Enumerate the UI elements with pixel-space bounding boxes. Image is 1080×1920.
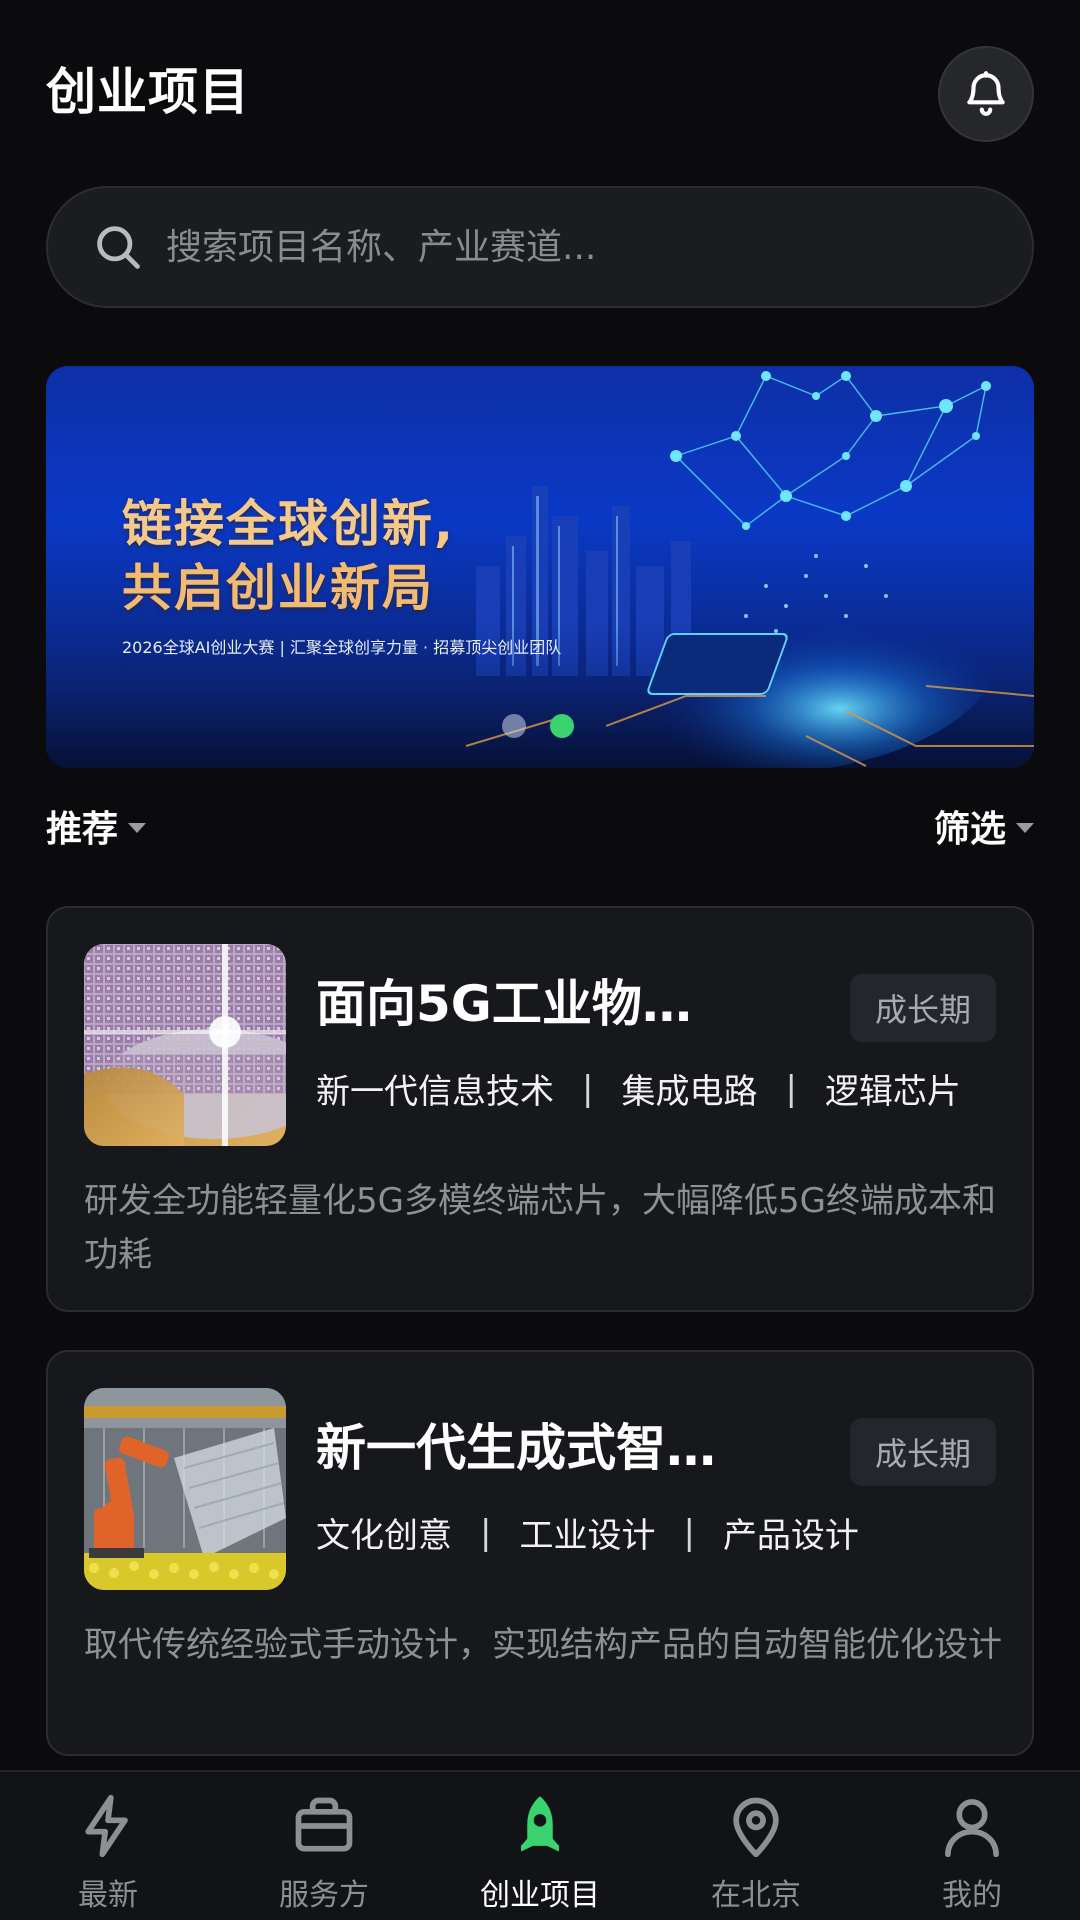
sort-label: 推荐 bbox=[46, 809, 119, 850]
project-thumbnail bbox=[84, 1388, 286, 1590]
project-tag: 工业设计 bbox=[519, 1516, 656, 1556]
tag-separator: | bbox=[480, 1512, 492, 1553]
project-tag: 文化创意 bbox=[316, 1516, 452, 1556]
tab-label: 在北京 bbox=[711, 1878, 801, 1913]
project-card[interactable]: 面向5G工业物联、车... 成长期 新一代信息技术 | 集成电路 | 逻辑芯片 … bbox=[46, 906, 1034, 1312]
stage-badge: 成长期 bbox=[850, 974, 996, 1042]
project-tag: 集成电路 bbox=[621, 1072, 758, 1112]
tab-label: 最新 bbox=[78, 1878, 138, 1913]
stage-badge: 成长期 bbox=[850, 1418, 996, 1486]
tab-startup-projects[interactable]: 创业项目 bbox=[432, 1772, 648, 1920]
project-title: 新一代生成式智能设... bbox=[316, 1419, 736, 1477]
search-icon bbox=[97, 226, 140, 269]
project-card[interactable]: 新一代生成式智能设... 成长期 文化创意 | 工业设计 | 产品设计 取代传统… bbox=[46, 1350, 1034, 1756]
project-tags: 文化创意 | 工业设计 | 产品设计 bbox=[316, 1508, 859, 1557]
project-tag: 产品设计 bbox=[722, 1516, 859, 1556]
user-icon bbox=[945, 1799, 999, 1858]
carousel-dot-active[interactable] bbox=[550, 714, 574, 738]
bell-icon bbox=[967, 71, 1005, 116]
location-pin-icon bbox=[733, 1797, 779, 1858]
tab-profile[interactable]: 我的 bbox=[864, 1772, 1080, 1920]
chip-wafer-image bbox=[84, 944, 286, 1146]
bottom-tab-bar: 最新 服务方 创业项目 在北京 我的 bbox=[0, 1770, 1080, 1920]
project-thumbnail bbox=[84, 944, 286, 1146]
sort-filter-bar: 推荐 筛选 bbox=[46, 800, 1034, 850]
tab-label: 服务方 bbox=[279, 1878, 369, 1913]
tag-separator: | bbox=[785, 1068, 797, 1109]
caret-down-icon bbox=[128, 823, 147, 833]
search-bar[interactable] bbox=[46, 186, 1034, 308]
filter-label: 筛选 bbox=[933, 809, 1006, 850]
project-title: 面向5G工业物联、车... bbox=[316, 975, 736, 1033]
search-input[interactable] bbox=[166, 226, 1032, 268]
lightning-icon bbox=[85, 1794, 128, 1858]
briefcase-icon bbox=[295, 1797, 353, 1852]
tab-latest[interactable]: 最新 bbox=[0, 1772, 216, 1920]
sort-dropdown[interactable]: 推荐 bbox=[46, 800, 147, 852]
rocket-icon bbox=[521, 1796, 559, 1852]
tab-label: 创业项目 bbox=[480, 1878, 600, 1913]
promo-banner[interactable]: 链接全球创新, 共启创业新局 2026全球AI创业大赛 | 汇聚全球创享力量 ·… bbox=[46, 366, 1034, 768]
project-tag: 逻辑芯片 bbox=[824, 1072, 961, 1112]
tab-in-beijing[interactable]: 在北京 bbox=[648, 1772, 864, 1920]
filter-dropdown[interactable]: 筛选 bbox=[934, 800, 1034, 852]
tag-separator: | bbox=[582, 1068, 594, 1109]
tag-separator: | bbox=[683, 1512, 695, 1553]
page-title: 创业项目 bbox=[46, 63, 250, 121]
project-description: 研发全功能轻量化5G多模终端芯片，大幅降低5G终端成本和功耗 bbox=[84, 1181, 996, 1275]
project-tag: 新一代信息技术 bbox=[316, 1072, 554, 1112]
industrial-robot-image bbox=[84, 1388, 286, 1590]
notification-button[interactable] bbox=[938, 46, 1034, 142]
caret-down-icon bbox=[1016, 823, 1034, 833]
project-description: 取代传统经验式手动设计，实现结构产品的自动智能优化设计 bbox=[84, 1625, 1002, 1665]
project-tags: 新一代信息技术 | 集成电路 | 逻辑芯片 bbox=[316, 1064, 961, 1113]
carousel-dot[interactable] bbox=[502, 714, 526, 738]
banner-headline-line-1: 链接全球创新, bbox=[122, 495, 455, 553]
header: 创业项目 bbox=[46, 46, 1034, 142]
tab-label: 我的 bbox=[942, 1878, 1002, 1913]
tab-service-providers[interactable]: 服务方 bbox=[216, 1772, 432, 1920]
banner-subtitle: 2026全球AI创业大赛 | 汇聚全球创享力量 · 招募顶尖创业团队 bbox=[122, 638, 562, 657]
banner-headline-line-2: 共启创业新局 bbox=[122, 559, 434, 617]
